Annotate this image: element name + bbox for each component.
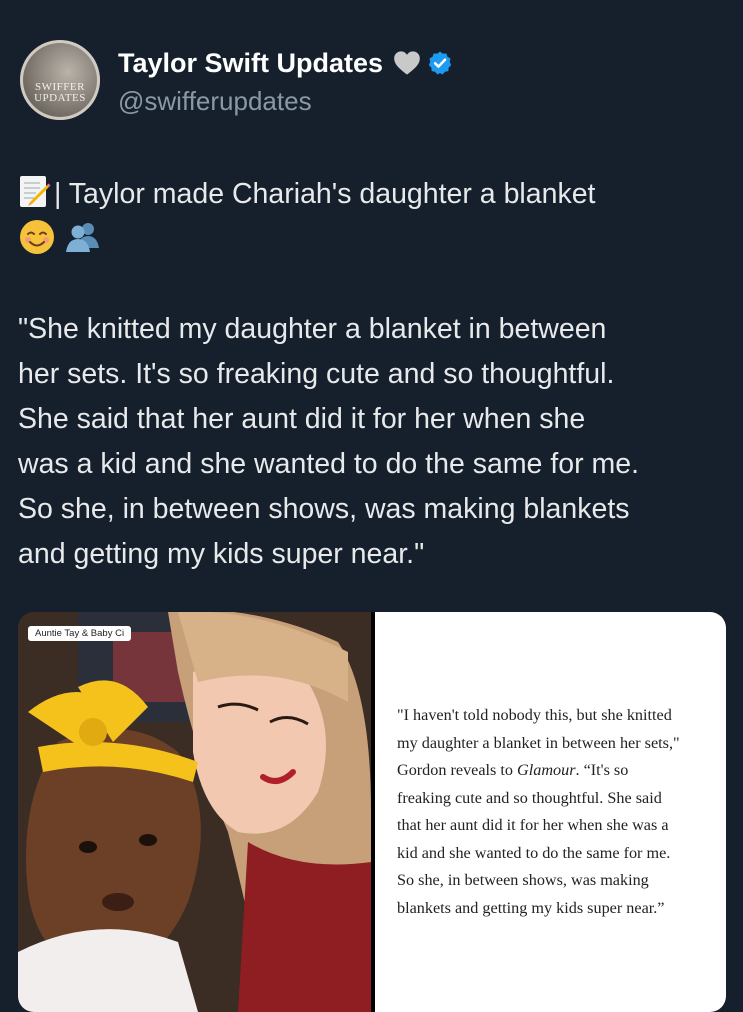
photo-illustration bbox=[18, 612, 371, 1012]
tweet-quote-line: was a kid and she wanted to do the same … bbox=[18, 448, 640, 480]
tweet-spacer bbox=[18, 262, 728, 307]
grey-heart-icon bbox=[394, 51, 420, 75]
tweet-media[interactable]: Auntie Tay & Baby Ci "I haven't told nob… bbox=[18, 612, 726, 1012]
article-quote-line: that her aunt did it for her when she wa… bbox=[397, 816, 669, 834]
tweet-quote-line: She said that her aunt did it for her wh… bbox=[18, 403, 586, 435]
article-quote-line: my daughter a blanket in between her set… bbox=[397, 733, 680, 752]
tweet-line-2 bbox=[18, 217, 728, 262]
display-name[interactable]: Taylor Swift Updates bbox=[118, 48, 383, 79]
article-quote-line: freaking cute and so thoughtful. She sai… bbox=[397, 788, 662, 807]
tweet-headline: | Taylor made Chariah's daughter a blank… bbox=[54, 178, 596, 210]
avatar-logo-text: SWIFFER UPDATES bbox=[34, 81, 86, 104]
article-quote-fragment: Gordon reveals to bbox=[397, 761, 518, 779]
article-quote-fragment: . “It's so bbox=[575, 761, 629, 779]
avatar[interactable]: SWIFFER UPDATES bbox=[20, 40, 100, 120]
photo-caption-label: Auntie Tay & Baby Ci bbox=[28, 626, 132, 641]
memo-icon bbox=[20, 176, 51, 207]
tweet-line-1: | Taylor made Chariah's daughter a blank… bbox=[18, 172, 728, 217]
article-quote-line: Gordon reveals to Glamour. “It's so bbox=[397, 757, 717, 785]
smiling-face-icon bbox=[20, 220, 54, 254]
article-quote-line: blankets and getting my kids super near.… bbox=[397, 898, 665, 917]
publication-name: Glamour bbox=[517, 761, 576, 779]
article-quote-line: So she, in between shows, was making bbox=[397, 871, 649, 889]
article-quote-line: kid and she wanted to do the same for me… bbox=[397, 843, 671, 862]
verified-badge-icon[interactable] bbox=[427, 50, 453, 76]
tweet-quote-line: "She knitted my daughter a blanket in be… bbox=[18, 313, 607, 345]
name-row: Taylor Swift Updates bbox=[118, 46, 453, 80]
user-handle[interactable]: @swifferupdates bbox=[118, 86, 312, 117]
tweet-quote-line: her sets. It's so freaking cute and so t… bbox=[18, 358, 615, 390]
tweet-body: | Taylor made Chariah's daughter a blank… bbox=[18, 172, 728, 577]
tweet-header: SWIFFER UPDATES Taylor Swift Updates @sw… bbox=[20, 40, 720, 126]
article-quote-panel[interactable]: "I haven't told nobody this, but she kni… bbox=[375, 612, 726, 1012]
selfie-photo[interactable]: Auntie Tay & Baby Ci bbox=[18, 612, 371, 1012]
busts-in-silhouette-icon bbox=[65, 223, 99, 252]
article-quote-line: "I haven't told nobody this, but she kni… bbox=[397, 706, 672, 724]
article-quote-text: "I haven't told nobody this, but she kni… bbox=[397, 702, 717, 922]
tweet-quote-line: So she, in between shows, was making bla… bbox=[18, 493, 630, 525]
tweet-quote-line: and getting my kids super near." bbox=[18, 538, 425, 570]
